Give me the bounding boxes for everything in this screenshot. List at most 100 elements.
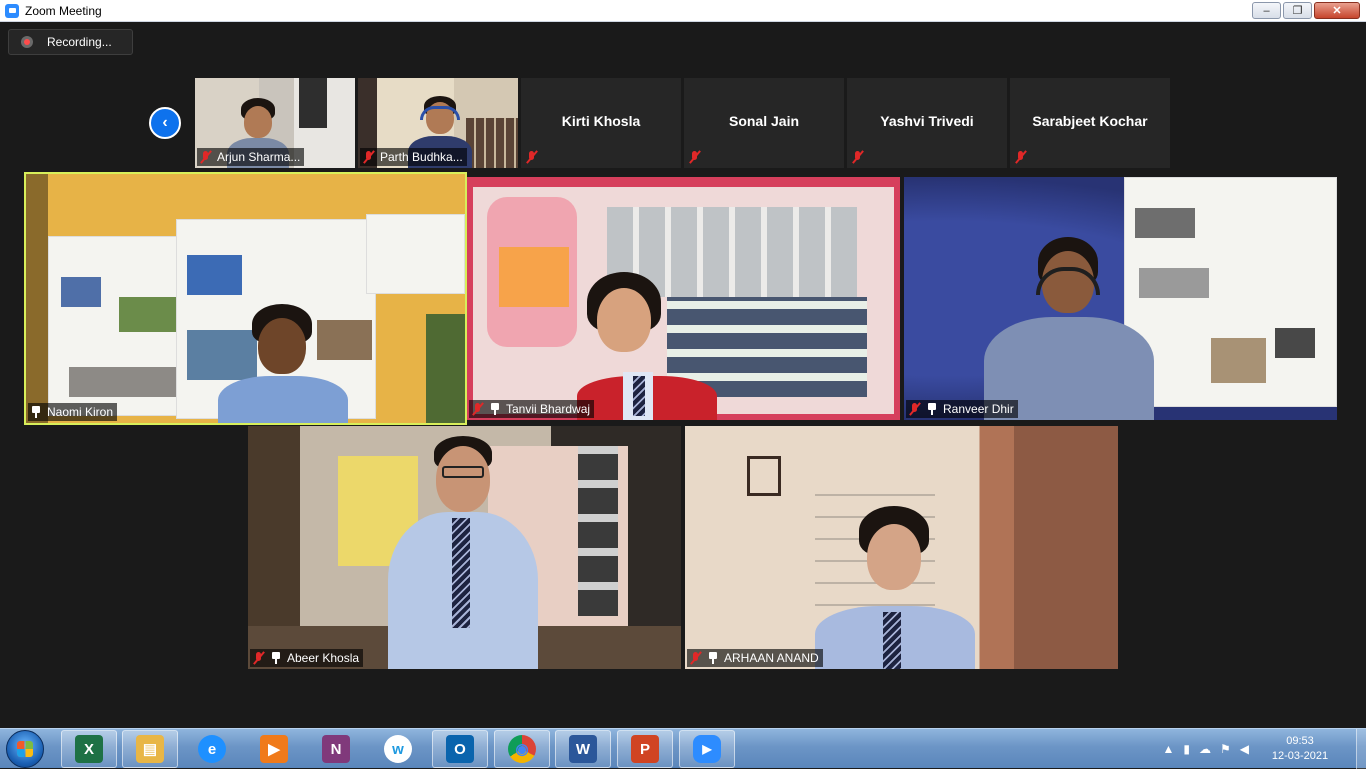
recording-label: Recording... xyxy=(47,35,112,49)
action-center-flag-icon[interactable]: ⚑ xyxy=(1220,742,1231,756)
spotlight-pin-icon xyxy=(926,402,938,416)
participant-name-placeholder: Kirti Khosla xyxy=(521,113,681,129)
participant-thumbnail[interactable]: Sarabjeet Kochar xyxy=(1010,78,1170,168)
taskbar-powerpoint-button[interactable]: P xyxy=(617,730,673,768)
record-icon xyxy=(21,36,33,48)
taskbar-outlook-button[interactable]: O xyxy=(432,730,488,768)
muted-mic-icon xyxy=(689,651,703,665)
muted-mic-icon xyxy=(362,150,376,164)
internet-explorer-icon: e xyxy=(198,735,226,763)
participant-caption xyxy=(849,148,873,166)
video-feed-plant xyxy=(426,314,465,423)
taskbar-webex-button[interactable]: w xyxy=(370,730,426,768)
excel-icon: X xyxy=(75,735,103,763)
muted-mic-icon xyxy=(252,651,266,665)
system-clock[interactable]: 09:53 12-03-2021 xyxy=(1258,734,1342,764)
restore-button[interactable]: ❐ xyxy=(1283,2,1312,19)
clock-time: 09:53 xyxy=(1258,734,1342,749)
onenote-icon: N xyxy=(322,735,350,763)
video-feed-tv xyxy=(299,78,327,128)
show-hidden-icons-icon[interactable]: ▲ xyxy=(1163,742,1175,756)
video-feed-frame xyxy=(747,456,781,496)
taskbar-internet-explorer-button[interactable]: e xyxy=(184,730,240,768)
participant-caption xyxy=(1012,148,1036,166)
taskbar-media-player-button[interactable]: ▶ xyxy=(246,730,302,768)
outlook-icon: O xyxy=(446,735,474,763)
previous-page-button[interactable]: ‹ xyxy=(149,107,181,139)
onedrive-cloud-icon[interactable]: ☁ xyxy=(1199,742,1211,756)
video-tile[interactable]: Abeer Khosla xyxy=(248,426,681,669)
show-desktop-button[interactable] xyxy=(1356,729,1366,769)
participant-name-placeholder: Sonal Jain xyxy=(684,113,844,129)
spotlight-pin-icon xyxy=(270,651,282,665)
video-tile[interactable]: ARHAAN ANAND xyxy=(685,426,1118,669)
participant-thumbnail[interactable]: Arjun Sharma... xyxy=(195,78,355,168)
participant-caption: Tanvii Bhardwaj xyxy=(469,400,594,418)
participant-caption: Ranveer Dhir xyxy=(906,400,1018,418)
participant-name: Ranveer Dhir xyxy=(943,402,1014,416)
video-tile-active-speaker[interactable]: Naomi Kiron xyxy=(26,174,465,423)
video-feed-poster xyxy=(1124,177,1337,407)
participant-thumbnail[interactable]: Kirti Khosla xyxy=(521,78,681,168)
window-title: Zoom Meeting xyxy=(25,4,102,18)
muted-mic-icon xyxy=(688,150,702,164)
video-feed-poster xyxy=(366,214,465,294)
video-tile[interactable]: Ranveer Dhir xyxy=(904,177,1337,420)
taskbar-file-explorer-button[interactable]: ▤ xyxy=(122,730,178,768)
video-feed-shelf xyxy=(466,118,518,168)
muted-mic-icon xyxy=(1014,150,1028,164)
participant-name: Parth Budhka... xyxy=(380,150,463,164)
taskbar-onenote-button[interactable]: N xyxy=(308,730,364,768)
close-button[interactable]: ✕ xyxy=(1314,2,1360,19)
webex-icon: w xyxy=(384,735,412,763)
title-bar: Zoom Meeting – ❐ ✕ xyxy=(0,0,1366,22)
participant-caption xyxy=(686,148,710,166)
system-tray: ▲ ▮ ☁ ⚑ ◀ 09:53 12-03-2021 xyxy=(1163,729,1366,769)
taskbar-chrome-button[interactable]: ◉ xyxy=(494,730,550,768)
participant-caption: Naomi Kiron xyxy=(28,403,117,421)
zoom-app-icon xyxy=(5,4,19,18)
start-button[interactable] xyxy=(6,730,44,768)
volume-icon[interactable]: ◀ xyxy=(1240,742,1249,756)
participant-caption: Parth Budhka... xyxy=(360,148,467,166)
muted-mic-icon xyxy=(908,402,922,416)
muted-mic-icon xyxy=(525,150,539,164)
participant-caption: Arjun Sharma... xyxy=(197,148,304,166)
minimize-button[interactable]: – xyxy=(1252,2,1281,19)
participant-name: Naomi Kiron xyxy=(47,405,113,419)
video-feed-note xyxy=(499,247,569,307)
participant-name: Arjun Sharma... xyxy=(217,150,300,164)
network-signal-icon[interactable]: ▮ xyxy=(1183,742,1190,756)
participant-thumbnail[interactable]: Parth Budhka... xyxy=(358,78,518,168)
taskbar-zoom-button[interactable]: ▶ xyxy=(679,730,735,768)
clock-date: 12-03-2021 xyxy=(1258,749,1342,764)
media-player-icon: ▶ xyxy=(260,735,288,763)
participant-thumbnail[interactable]: Yashvi Trivedi xyxy=(847,78,1007,168)
muted-mic-icon xyxy=(471,402,485,416)
spotlight-pin-icon xyxy=(489,402,501,416)
taskbar-word-button[interactable]: W xyxy=(555,730,611,768)
chrome-icon: ◉ xyxy=(508,735,536,763)
muted-mic-icon xyxy=(851,150,865,164)
video-tile[interactable]: Tanvii Bhardwaj xyxy=(467,177,900,420)
powerpoint-icon: P xyxy=(631,735,659,763)
participant-name-placeholder: Yashvi Trivedi xyxy=(847,113,1007,129)
recording-indicator[interactable]: Recording... xyxy=(8,29,133,55)
participant-name: Abeer Khosla xyxy=(287,651,359,665)
participant-name-placeholder: Sarabjeet Kochar xyxy=(1010,113,1170,129)
muted-mic-icon xyxy=(199,150,213,164)
word-icon: W xyxy=(569,735,597,763)
spotlight-pin-icon xyxy=(707,651,719,665)
participant-caption: Abeer Khosla xyxy=(250,649,363,667)
participant-thumbnail[interactable]: Sonal Jain xyxy=(684,78,844,168)
video-feed-cards xyxy=(578,446,618,616)
spotlight-pin-icon xyxy=(30,405,42,419)
window-controls: – ❐ ✕ xyxy=(1252,2,1360,19)
file-explorer-icon: ▤ xyxy=(136,735,164,763)
participant-caption: ARHAAN ANAND xyxy=(687,649,823,667)
windows-taskbar: X ▤ e ▶ N w O ◉ W P ▶ ▲ ▮ ☁ ⚑ ◀ 09:53 12… xyxy=(0,728,1366,768)
zoom-icon: ▶ xyxy=(693,735,721,763)
participant-name: Tanvii Bhardwaj xyxy=(506,402,590,416)
participant-name: ARHAAN ANAND xyxy=(724,651,819,665)
taskbar-excel-button[interactable]: X xyxy=(61,730,117,768)
